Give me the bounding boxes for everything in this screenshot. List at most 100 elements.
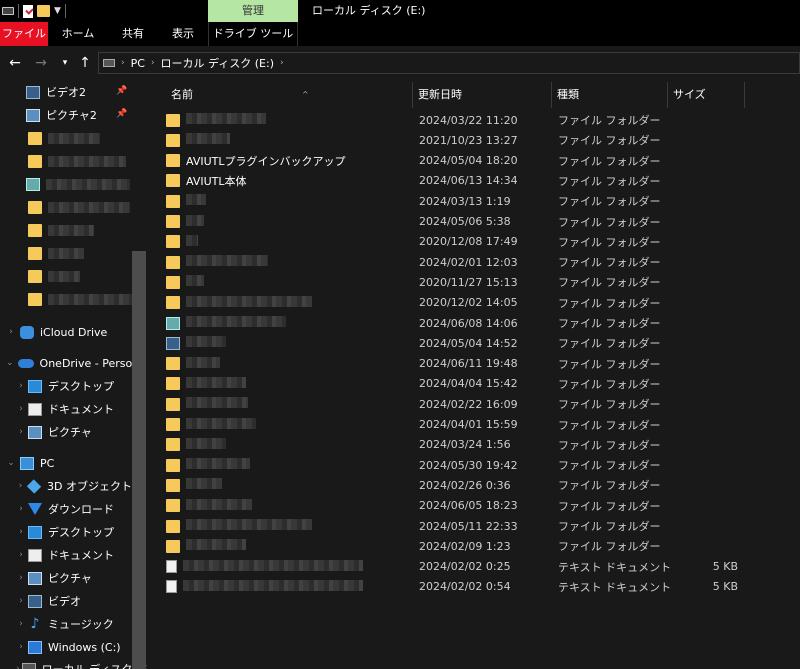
sidebar-item-pc[interactable]: ⌄ PC: [0, 452, 132, 474]
expand-chevron-icon[interactable]: ›: [16, 427, 26, 437]
collapse-chevron-icon[interactable]: ⌄: [6, 458, 16, 468]
sidebar-item-folder[interactable]: [0, 219, 132, 241]
tab-view[interactable]: 表示: [158, 22, 208, 46]
expand-chevron-icon[interactable]: ›: [16, 504, 26, 514]
address-bar[interactable]: › PC › ローカル ディスク (E:) ›: [98, 52, 800, 74]
sidebar-item-music[interactable]: › ♪ ミュージック: [0, 613, 132, 635]
column-header-size[interactable]: サイズ: [667, 82, 745, 108]
table-row[interactable]: 2024/02/01 12:03 ファイル フォルダー: [166, 252, 746, 272]
table-row[interactable]: 2024/06/05 18:23 ファイル フォルダー: [166, 496, 746, 516]
breadcrumb-pc[interactable]: PC: [131, 57, 145, 70]
sidebar-item-pictures[interactable]: › ピクチャ: [0, 421, 132, 443]
properties-icon[interactable]: [23, 4, 33, 18]
file-name: [186, 539, 412, 553]
table-row[interactable]: 2024/05/30 19:42 ファイル フォルダー: [166, 455, 746, 475]
expand-chevron-icon[interactable]: ›: [16, 619, 26, 629]
table-row[interactable]: 2024/02/02 0:25 テキスト ドキュメント 5 KB: [166, 557, 746, 577]
sidebar-item-folder[interactable]: [0, 288, 132, 310]
sidebar-item-folder[interactable]: [0, 150, 132, 172]
back-arrow-icon[interactable]: ←: [6, 54, 24, 72]
sidebar-item-folder[interactable]: [0, 127, 132, 149]
sidebar-item-3d-objects[interactable]: › 3D オブジェクト: [0, 475, 132, 497]
context-tab-manage[interactable]: 管理: [208, 0, 298, 22]
tab-file[interactable]: ファイル: [0, 22, 48, 46]
folder-icon: [166, 174, 180, 188]
breadcrumb-separator-icon[interactable]: ›: [121, 58, 125, 68]
table-row[interactable]: 2024/05/06 5:38 ファイル フォルダー: [166, 212, 746, 232]
sidebar-item-network-folder[interactable]: [0, 173, 132, 195]
sidebar-item-folder[interactable]: [0, 196, 132, 218]
forward-arrow-icon[interactable]: →: [32, 54, 50, 72]
expand-chevron-icon[interactable]: ›: [16, 481, 25, 491]
drive-icon[interactable]: [2, 7, 14, 15]
breadcrumb-separator-icon[interactable]: ›: [151, 58, 155, 68]
folder-icon: [166, 113, 180, 127]
title-bar: ▼ 管理 ローカル ディスク (E:): [0, 0, 800, 22]
table-row[interactable]: 2020/12/02 14:05 ファイル フォルダー: [166, 293, 746, 313]
file-name: [186, 417, 412, 432]
tab-home[interactable]: ホーム: [48, 22, 108, 46]
up-arrow-icon[interactable]: ↑: [76, 54, 94, 72]
table-row[interactable]: 2020/11/27 15:13 ファイル フォルダー: [166, 272, 746, 292]
file-type: ファイル フォルダー: [558, 154, 661, 168]
sidebar-item-folder[interactable]: [0, 242, 132, 264]
recent-locations-chevron-icon[interactable]: ▾: [56, 54, 74, 72]
redacted-label: [186, 356, 220, 368]
table-row[interactable]: 2024/03/24 1:56 ファイル フォルダー: [166, 435, 746, 455]
table-row[interactable]: AVIUTL本体 2024/06/13 14:34 ファイル フォルダー: [166, 171, 746, 191]
expand-chevron-icon[interactable]: ›: [6, 327, 16, 337]
sidebar-item-documents[interactable]: › ドキュメント: [0, 398, 132, 420]
sidebar-item-onedrive[interactable]: ⌄ OneDrive - Person: [0, 352, 139, 374]
customize-toolbar-chevron-icon[interactable]: ▼: [54, 6, 61, 16]
sidebar-item-pictures2[interactable]: ピクチャ2 📌: [0, 104, 132, 126]
table-row[interactable]: 2024/03/13 1:19 ファイル フォルダー: [166, 191, 746, 211]
expand-chevron-icon[interactable]: ›: [16, 642, 26, 652]
table-row[interactable]: 2024/04/04 15:42 ファイル フォルダー: [166, 374, 746, 394]
collapse-chevron-icon[interactable]: ⌄: [6, 358, 14, 368]
table-row[interactable]: 2024/02/26 0:36 ファイル フォルダー: [166, 475, 746, 495]
sidebar-item-drive-c[interactable]: › Windows (C:): [0, 636, 132, 658]
table-row[interactable]: 2020/12/08 17:49 ファイル フォルダー: [166, 232, 746, 252]
expand-chevron-icon[interactable]: ›: [16, 527, 26, 537]
table-row[interactable]: 2024/05/04 14:52 ファイル フォルダー: [166, 333, 746, 353]
sidebar-item-drive-e[interactable]: › ローカル ディスク (E:): [0, 658, 148, 669]
table-row[interactable]: 2024/05/11 22:33 ファイル フォルダー: [166, 516, 746, 536]
table-row[interactable]: AVIUTLプラグインバックアップ 2024/05/04 18:20 ファイル フォ…: [166, 151, 746, 171]
expand-chevron-icon[interactable]: ›: [16, 573, 26, 583]
table-row[interactable]: 2024/03/22 11:20 ファイル フォルダー: [166, 110, 746, 130]
column-header-name[interactable]: 名前 ^: [166, 82, 412, 108]
sidebar-item-videos[interactable]: › ビデオ: [0, 590, 132, 612]
downloads-icon: [28, 503, 42, 515]
sidebar-item-desktop[interactable]: › デスクトップ: [0, 375, 132, 397]
sidebar-item-folder[interactable]: [0, 265, 132, 287]
expand-chevron-icon[interactable]: ›: [16, 381, 26, 391]
table-row[interactable]: 2024/04/01 15:59 ファイル フォルダー: [166, 415, 746, 435]
tab-share[interactable]: 共有: [108, 22, 158, 46]
redacted-label: [186, 234, 198, 246]
sidebar-item-label: ピクチャ: [48, 426, 92, 439]
table-row[interactable]: 2024/02/09 1:23 ファイル フォルダー: [166, 536, 746, 556]
sidebar-item-videos2[interactable]: ビデオ2 📌: [0, 81, 132, 103]
sidebar-scrollbar[interactable]: [132, 251, 146, 669]
sidebar-item-pictures[interactable]: › ピクチャ: [0, 567, 132, 589]
breadcrumb-separator-icon[interactable]: ›: [280, 58, 284, 68]
table-row[interactable]: 2024/02/22 16:09 ファイル フォルダー: [166, 394, 746, 414]
sidebar-item-documents[interactable]: › ドキュメント: [0, 544, 132, 566]
sidebar-item-downloads[interactable]: › ダウンロード: [0, 498, 132, 520]
new-folder-icon[interactable]: [37, 5, 50, 17]
column-header-type[interactable]: 種類: [551, 82, 667, 108]
sidebar-item-desktop[interactable]: › デスクトップ: [0, 521, 132, 543]
expand-chevron-icon[interactable]: ›: [16, 550, 26, 560]
expand-chevron-icon[interactable]: ›: [16, 664, 20, 669]
expand-chevron-icon[interactable]: ›: [16, 596, 26, 606]
table-row[interactable]: 2024/06/11 19:48 ファイル フォルダー: [166, 354, 746, 374]
expand-chevron-icon[interactable]: ›: [16, 404, 26, 414]
column-header-date[interactable]: 更新日時: [412, 82, 551, 108]
breadcrumb-drive-e[interactable]: ローカル ディスク (E:): [161, 55, 274, 71]
sidebar-item-icloud-drive[interactable]: › iCloud Drive: [0, 321, 132, 343]
tab-drive-tools[interactable]: ドライブ ツール: [208, 22, 298, 46]
table-row[interactable]: 2024/06/08 14:06 ファイル フォルダー: [166, 313, 746, 333]
folder-icon: [166, 539, 180, 553]
table-row[interactable]: 2021/10/23 13:27 ファイル フォルダー: [166, 130, 746, 150]
table-row[interactable]: 2024/02/02 0:54 テキスト ドキュメント 5 KB: [166, 577, 746, 597]
